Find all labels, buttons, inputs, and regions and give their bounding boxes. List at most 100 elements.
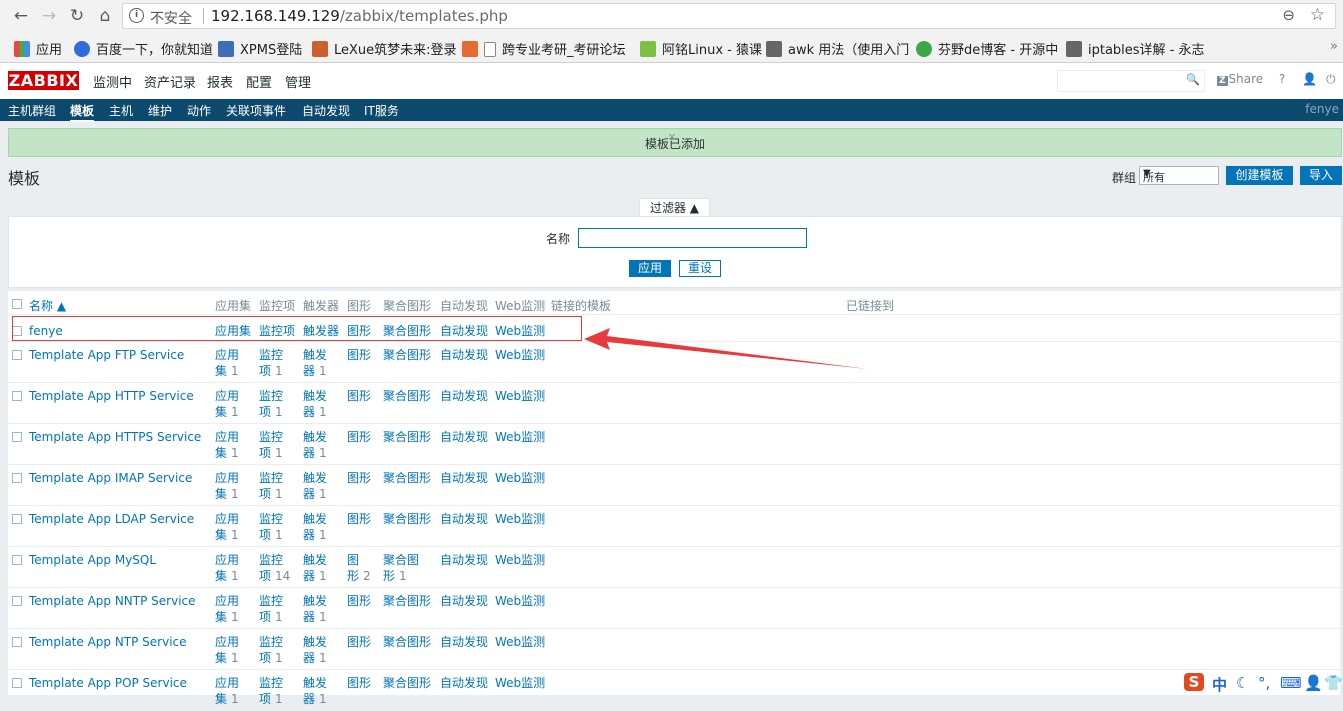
items-link[interactable]: 监控项 1: [259, 388, 283, 420]
web-link[interactable]: Web监测: [495, 429, 545, 445]
screens-link[interactable]: 聚合图形: [383, 634, 431, 650]
screens-link[interactable]: 聚合图形: [383, 429, 431, 445]
bookmark-aminglinux[interactable]: 阿铭Linux - 猿课: [640, 39, 762, 58]
home-icon[interactable]: ⌂: [94, 5, 116, 27]
close-icon[interactable]: ×: [9, 130, 1335, 143]
applications-link[interactable]: 应用集 1: [215, 675, 239, 707]
info-icon[interactable]: i: [129, 8, 144, 23]
discovery-link[interactable]: 自动发现: [440, 347, 488, 363]
items-link[interactable]: 监控项 1: [259, 511, 283, 543]
screens-link[interactable]: 聚合图形: [383, 511, 431, 527]
forward-icon[interactable]: →: [38, 5, 60, 27]
bookmark-baidu[interactable]: 百度一下，你就知道: [74, 39, 213, 58]
tab-event-correlation[interactable]: 关联项事件: [226, 102, 286, 119]
row-checkbox[interactable]: [12, 596, 22, 606]
screens-link[interactable]: 聚合图形: [383, 593, 431, 609]
template-name-link[interactable]: Template App HTTP Service: [29, 388, 194, 404]
import-button[interactable]: 导入: [1300, 166, 1342, 185]
menu-reports[interactable]: 报表: [207, 72, 233, 91]
filter-name-input[interactable]: [578, 228, 807, 248]
web-link[interactable]: Web监测: [495, 593, 545, 609]
screens-link[interactable]: 聚合图形: [383, 347, 431, 363]
reload-icon[interactable]: ↻: [66, 5, 88, 27]
row-checkbox[interactable]: [12, 678, 22, 688]
triggers-link[interactable]: 触发器 1: [303, 634, 327, 666]
web-link[interactable]: Web监测: [495, 634, 545, 650]
applications-link[interactable]: 应用集 1: [215, 470, 239, 502]
items-link[interactable]: 监控项 1: [259, 593, 283, 625]
template-name-link[interactable]: Template App MySQL: [29, 552, 156, 568]
template-name-link[interactable]: Template App HTTPS Service: [29, 429, 201, 445]
create-template-button[interactable]: 创建模板: [1226, 166, 1293, 185]
items-link[interactable]: 监控项 14: [259, 552, 290, 584]
bookmark-iptables[interactable]: iptables详解 - 永志: [1066, 39, 1205, 58]
row-checkbox[interactable]: [12, 637, 22, 647]
discovery-link[interactable]: 自动发现: [440, 593, 488, 609]
items-link[interactable]: 监控项 1: [259, 470, 283, 502]
discovery-link[interactable]: 自动发现: [440, 511, 488, 527]
row-checkbox[interactable]: [12, 473, 22, 483]
applications-link[interactable]: 应用集 1: [215, 593, 239, 625]
punctuation-icon[interactable]: °,: [1258, 674, 1270, 692]
tab-maintenance[interactable]: 维护: [148, 102, 172, 119]
discovery-link[interactable]: 自动发现: [440, 429, 488, 445]
graphs-link[interactable]: 图形: [347, 388, 371, 404]
bookmark-star-icon[interactable]: ☆: [1310, 5, 1325, 25]
menu-administration[interactable]: 管理: [285, 72, 311, 91]
search-icon[interactable]: 🔍: [1186, 73, 1200, 86]
tab-discovery[interactable]: 自动发现: [302, 102, 350, 119]
template-name-link[interactable]: Template App POP Service: [29, 675, 187, 691]
bookmark-kaoyan[interactable]: 跨专业考研_考研论坛: [462, 39, 626, 58]
applications-link[interactable]: 应用集 1: [215, 429, 239, 461]
applications-link[interactable]: 应用集 1: [215, 347, 239, 379]
group-select[interactable]: 所有 ▼: [1139, 166, 1219, 185]
web-link[interactable]: Web监测: [495, 470, 545, 486]
graphs-link[interactable]: 图形: [347, 634, 371, 650]
applications-link[interactable]: 应用集 1: [215, 634, 239, 666]
menu-inventory[interactable]: 资产记录: [144, 72, 196, 91]
discovery-link[interactable]: 自动发现: [440, 675, 488, 691]
bookmark-apps[interactable]: 应用: [14, 39, 62, 58]
user-profile-icon[interactable]: 👤: [1302, 72, 1317, 86]
screens-link[interactable]: 聚合图形: [383, 470, 431, 486]
template-name-link[interactable]: Template App IMAP Service: [29, 470, 192, 486]
row-checkbox[interactable]: [12, 555, 22, 565]
graphs-link[interactable]: 图形: [347, 675, 371, 691]
web-link[interactable]: Web监测: [495, 347, 545, 363]
user-icon[interactable]: 👤: [1304, 674, 1323, 692]
screens-link[interactable]: 聚合图形 1: [383, 552, 419, 584]
row-checkbox[interactable]: [12, 391, 22, 401]
triggers-link[interactable]: 触发器 1: [303, 429, 327, 461]
moon-icon[interactable]: ☾: [1236, 674, 1249, 692]
tab-actions[interactable]: 动作: [187, 102, 211, 119]
help-icon[interactable]: ?: [1279, 72, 1285, 86]
graphs-link[interactable]: 图形: [347, 347, 371, 363]
apply-button[interactable]: 应用: [629, 260, 671, 277]
template-name-link[interactable]: Template App FTP Service: [29, 347, 184, 363]
graphs-link[interactable]: 图形: [347, 429, 371, 445]
zoom-icon[interactable]: ⊖: [1282, 6, 1295, 24]
triggers-link[interactable]: 触发器 1: [303, 675, 327, 707]
row-checkbox[interactable]: [12, 432, 22, 442]
menu-monitoring[interactable]: 监测中: [93, 72, 132, 91]
triggers-link[interactable]: 触发器 1: [303, 593, 327, 625]
triggers-link[interactable]: 触发器 1: [303, 388, 327, 420]
sign-out-icon[interactable]: ⏻: [1326, 72, 1336, 87]
tab-it-services[interactable]: IT服务: [364, 102, 399, 119]
ime-lang[interactable]: 中: [1212, 674, 1227, 695]
zabbix-logo[interactable]: ZABBIX: [8, 71, 79, 90]
reset-button[interactable]: 重设: [679, 260, 721, 277]
triggers-link[interactable]: 触发器 1: [303, 347, 327, 379]
tab-host-groups[interactable]: 主机群组: [8, 102, 56, 119]
url-text[interactable]: 192.168.149.129/zabbix/templates.php: [211, 7, 508, 25]
tab-hosts[interactable]: 主机: [109, 102, 133, 119]
back-icon[interactable]: ←: [10, 5, 32, 27]
items-link[interactable]: 监控项 1: [259, 429, 283, 461]
discovery-link[interactable]: 自动发现: [440, 552, 488, 568]
keyboard-icon[interactable]: ⌨: [1280, 674, 1302, 692]
items-link[interactable]: 监控项 1: [259, 675, 283, 707]
select-all-checkbox[interactable]: [12, 299, 22, 309]
web-link[interactable]: Web监测: [495, 388, 545, 404]
more-bookmarks-icon[interactable]: »: [1330, 39, 1338, 54]
applications-link[interactable]: 应用集 1: [215, 511, 239, 543]
